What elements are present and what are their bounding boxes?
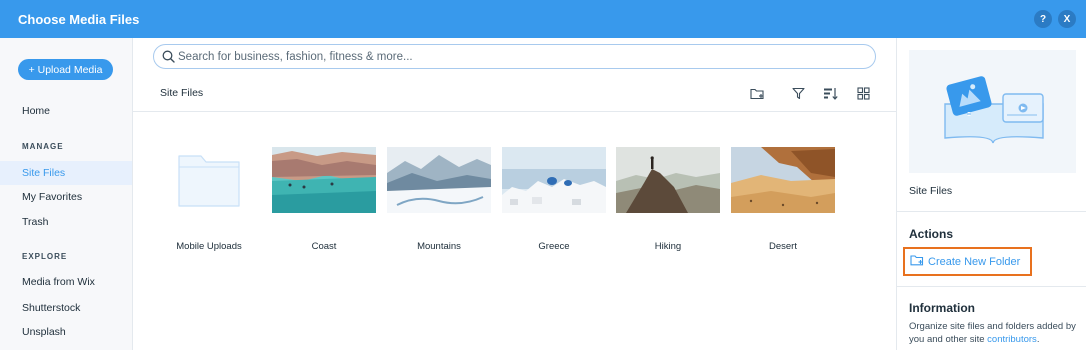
grid-view-icon[interactable]: [855, 85, 871, 101]
mountains-thumbnail: [387, 147, 491, 213]
toolbar-divider: [133, 111, 897, 112]
sidebar-item-site-files[interactable]: Site Files: [0, 161, 132, 185]
upload-media-button[interactable]: + Upload Media: [18, 59, 113, 80]
help-button[interactable]: ?: [1034, 10, 1052, 28]
search-input[interactable]: [178, 48, 868, 65]
sidebar-item-trash[interactable]: Trash: [0, 210, 132, 234]
selection-title: Site Files: [909, 185, 953, 197]
search-icon: [162, 50, 175, 66]
sidebar-item-my-favorites[interactable]: My Favorites: [0, 185, 132, 209]
close-button[interactable]: X: [1058, 10, 1076, 28]
panel-divider: [897, 286, 1086, 287]
media-item-label: Mountains: [417, 241, 461, 252]
sidebar-item-shutterstock[interactable]: Shutterstock: [0, 296, 132, 320]
media-item-image[interactable]: Mountains: [387, 147, 491, 252]
new-folder-icon[interactable]: [749, 85, 765, 101]
search-bar[interactable]: [153, 44, 876, 69]
contributors-link[interactable]: contributors: [987, 334, 1037, 345]
sidebar: + Upload Media Home MANAGE Site Files My…: [0, 38, 133, 350]
media-item-image[interactable]: Coast: [272, 147, 376, 252]
coast-thumbnail: [272, 147, 376, 213]
manage-section-title: MANAGE: [22, 142, 64, 151]
actions-title: Actions: [909, 227, 954, 241]
panel-divider: [897, 211, 1086, 212]
breadcrumb: Site Files: [160, 87, 204, 99]
sidebar-item-home[interactable]: Home: [0, 99, 132, 123]
media-illustration-icon: [944, 76, 1044, 144]
sidebar-item-unsplash[interactable]: Unsplash: [0, 320, 132, 344]
media-item-label: Desert: [769, 241, 797, 252]
media-item-label: Hiking: [654, 241, 682, 252]
information-end: .: [1036, 334, 1040, 345]
media-item-label: Mobile Uploads: [176, 241, 242, 252]
media-item-image[interactable]: Hiking: [616, 147, 720, 252]
sidebar-item-media-from-wix[interactable]: Media from Wix: [0, 270, 132, 294]
dialog-title: Choose Media Files: [18, 12, 140, 27]
information-text: Organize site files and folders added by…: [909, 320, 1079, 346]
filter-icon[interactable]: [790, 85, 806, 101]
create-new-folder-button[interactable]: Create New Folder: [903, 247, 1032, 276]
folder-icon: [157, 147, 261, 213]
media-item-label: Greece: [538, 241, 570, 252]
folder-preview: [909, 50, 1076, 173]
information-title: Information: [909, 301, 975, 315]
explore-section-title: EXPLORE: [22, 252, 68, 261]
media-item-image[interactable]: Greece: [502, 147, 606, 252]
greece-thumbnail: [502, 147, 606, 213]
media-item-folder[interactable]: Mobile Uploads: [157, 147, 261, 252]
sort-icon[interactable]: [822, 85, 838, 101]
create-folder-label: Create New Folder: [928, 255, 1021, 268]
desert-thumbnail: [731, 147, 835, 213]
new-folder-icon: [910, 254, 924, 269]
media-item-image[interactable]: Desert: [731, 147, 835, 252]
hiking-thumbnail: [616, 147, 720, 213]
media-item-label: Coast: [311, 241, 337, 252]
dialog-header: Choose Media Files ? X: [0, 0, 1086, 38]
